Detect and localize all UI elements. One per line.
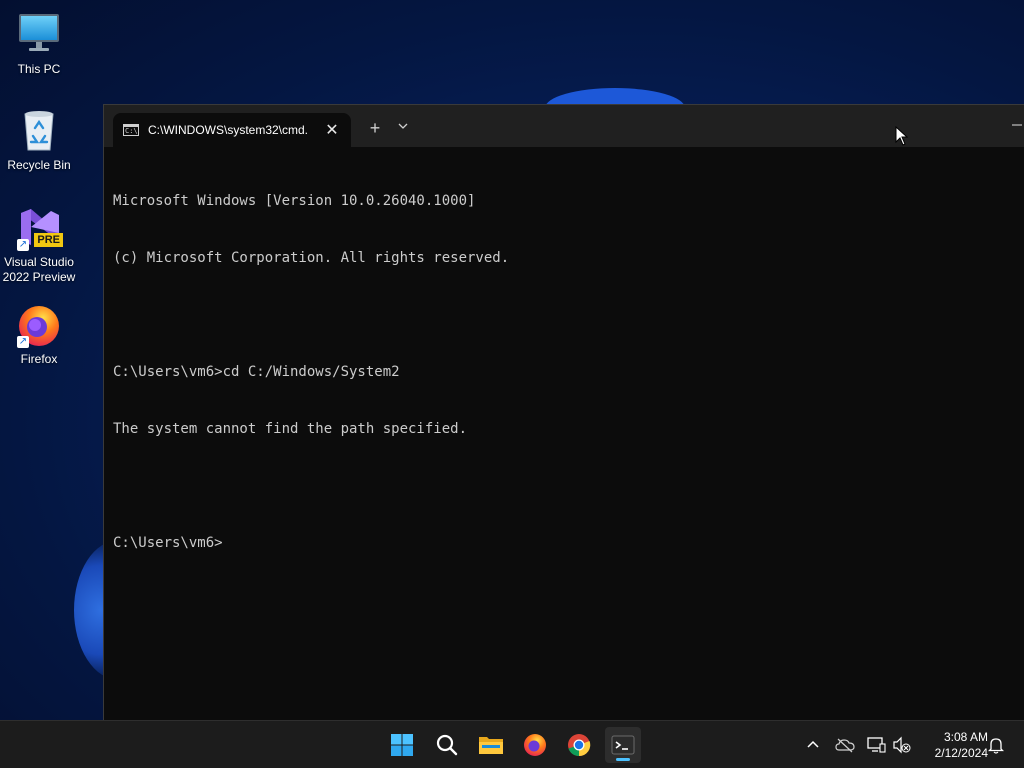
- search-button[interactable]: [429, 727, 465, 763]
- terminal-titlebar[interactable]: C:\ C:\WINDOWS\system32\cmd. ✕ +: [104, 105, 1024, 147]
- chevron-down-icon[interactable]: [394, 117, 412, 139]
- shortcut-arrow-icon: ↗: [17, 336, 29, 348]
- start-button[interactable]: [384, 727, 420, 763]
- console-output[interactable]: Microsoft Windows [Version 10.0.26040.10…: [113, 154, 1015, 591]
- console-line: Microsoft Windows [Version 10.0.26040.10…: [113, 193, 476, 209]
- firefox-icon: ↗: [15, 300, 63, 348]
- console-line: (c) Microsoft Corporation. All rights re…: [113, 250, 510, 266]
- monitor-icon: [15, 10, 63, 58]
- clock-time: 3:08 AM: [943, 730, 988, 744]
- mouse-cursor-icon: [895, 125, 909, 146]
- network-icon[interactable]: [866, 735, 886, 755]
- taskbar-clock[interactable]: 3:08 AM 2/12/2024: [918, 729, 988, 761]
- tab-cmd[interactable]: C:\ C:\WINDOWS\system32\cmd. ✕: [113, 113, 351, 147]
- terminal-icon: [611, 735, 635, 755]
- close-tab-button[interactable]: ✕: [322, 120, 342, 140]
- chevron-up-icon[interactable]: [803, 735, 823, 755]
- console-line: C:\Users\vm6>cd C:/Windows/System2: [113, 364, 400, 380]
- clock-date: 2/12/2024: [934, 746, 988, 760]
- console-line: The system cannot find the path specifie…: [113, 421, 468, 437]
- desktop-icon-label: Firefox: [20, 352, 58, 366]
- volume-muted-icon[interactable]: [892, 735, 912, 755]
- start-icon: [391, 734, 413, 756]
- active-indicator: [616, 758, 630, 761]
- minimize-button[interactable]: [1011, 115, 1024, 135]
- visual-studio-icon: PRE ↗: [15, 203, 63, 251]
- file-explorer-button[interactable]: [473, 727, 509, 763]
- terminal-window[interactable]: C:\ C:\WINDOWS\system32\cmd. ✕ + Microso…: [103, 104, 1024, 721]
- firefox-icon: [524, 734, 546, 756]
- onedrive-offline-icon[interactable]: [835, 735, 855, 755]
- desktop-icon-this-pc[interactable]: This PC: [1, 10, 77, 77]
- terminal-taskbar-button[interactable]: [605, 727, 641, 763]
- desktop-icon-label-line2: 2022 Preview: [2, 270, 76, 284]
- recycle-bin-icon: [15, 106, 63, 154]
- desktop-icon-firefox[interactable]: ↗ Firefox: [1, 300, 77, 367]
- chrome-taskbar-button[interactable]: [561, 727, 597, 763]
- new-tab-button[interactable]: +: [365, 117, 385, 139]
- search-icon: [436, 734, 458, 756]
- desktop-icon-visual-studio[interactable]: PRE ↗ Visual Studio 2022 Preview: [1, 203, 77, 285]
- desktop-icon-label-line1: Visual Studio: [4, 255, 74, 269]
- desktop-icon-label: This PC: [17, 62, 61, 76]
- preview-badge: PRE: [34, 233, 63, 247]
- taskbar: 3:08 AM 2/12/2024: [0, 720, 1024, 768]
- file-explorer-icon: [479, 737, 503, 754]
- firefox-taskbar-button[interactable]: [517, 727, 553, 763]
- notification-bell-icon[interactable]: [986, 735, 1006, 755]
- tab-title: C:\WINDOWS\system32\cmd.: [148, 123, 309, 137]
- console-prompt[interactable]: C:\Users\vm6>: [113, 534, 1015, 553]
- shortcut-arrow-icon: ↗: [17, 239, 29, 251]
- desktop-icon-recycle-bin[interactable]: Recycle Bin: [1, 106, 77, 173]
- desktop-icon-label: Recycle Bin: [7, 158, 71, 172]
- chrome-icon: [568, 734, 591, 757]
- cmd-icon: C:\: [123, 124, 139, 136]
